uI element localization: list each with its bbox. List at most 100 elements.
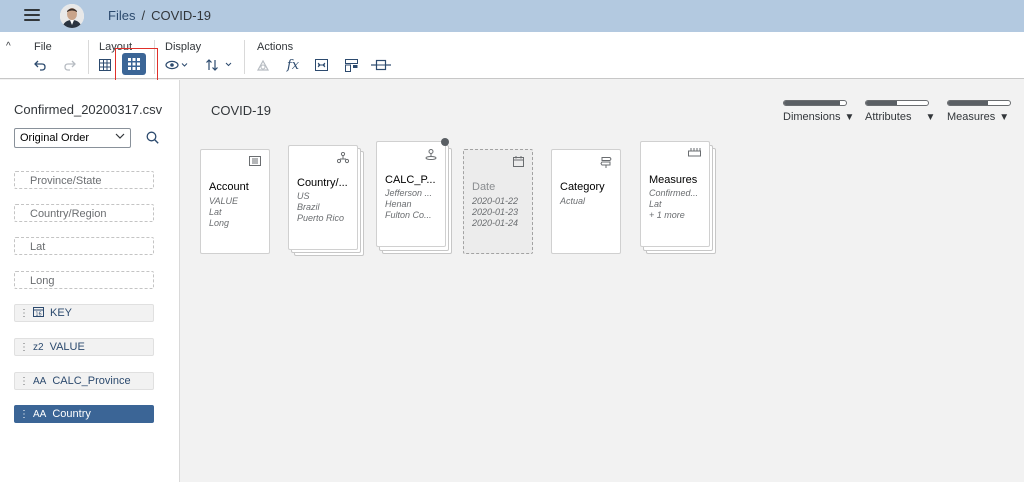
dropdown-triangle-icon: ▼: [925, 112, 936, 123]
dimensions-meter-fill: [784, 101, 840, 105]
text-type-icon: AA: [33, 375, 47, 387]
location-pin-icon: [425, 148, 437, 163]
dimensions-filter[interactable]: Dimensions ▼: [783, 111, 854, 123]
measures-meter-fill: [948, 101, 989, 105]
account-hierarchy-icon: [249, 156, 261, 169]
measures-card[interactable]: Measures Confirmed... Lat + 1 more: [640, 141, 710, 247]
column-token-label: Country: [52, 408, 91, 420]
sort-order-select[interactable]: Original Order: [14, 128, 131, 148]
group-label-actions: Actions: [257, 41, 294, 53]
column-token-label: CALC_Province: [52, 375, 131, 387]
attributes-meter-fill: [866, 101, 897, 105]
source-filename: Confirmed_20200317.csv: [14, 102, 163, 117]
card-title: Account: [209, 181, 249, 193]
source-panel: Confirmed_20200317.csv Original Order Pr…: [0, 80, 180, 482]
menu-icon[interactable]: [24, 9, 40, 23]
toolbar-separator: [88, 40, 89, 74]
card-line: Confirmed...: [649, 188, 699, 198]
card-title: Country/...: [297, 177, 348, 189]
dropdown-triangle-icon: ▼: [999, 112, 1010, 123]
field-slot-lat[interactable]: Lat: [14, 237, 154, 255]
attributes-meter: [865, 100, 929, 106]
dimension-card-calc-province[interactable]: CALC_P... Jefferson ... Henan Fulton Co.…: [376, 141, 446, 247]
group-label-display: Display: [165, 41, 202, 53]
formula-fx-icon[interactable]: fx: [285, 56, 301, 74]
column-token-key[interactable]: ⋮ 16 KEY: [14, 304, 154, 322]
dimension-card-account[interactable]: Account VALUE Lat Long: [200, 149, 270, 254]
hierarchy-icon: [336, 151, 350, 167]
group-label-file: File: [34, 41, 52, 53]
dimension-card-category[interactable]: Category Actual: [551, 149, 621, 254]
column-token-country[interactable]: ⋮ AA Country: [14, 405, 154, 423]
column-token-label: VALUE: [49, 341, 85, 353]
card-line: Actual: [560, 196, 586, 206]
dimensions-meter: [783, 100, 847, 106]
collapse-toolbar-icon[interactable]: ^: [6, 41, 11, 52]
card-line: VALUE: [209, 196, 239, 206]
measures-meter: [947, 100, 1011, 106]
search-icon[interactable]: [146, 131, 159, 147]
card-line: 2020-01-24: [472, 218, 519, 228]
breadcrumb-current: COVID-19: [151, 8, 212, 23]
column-token-value[interactable]: ⋮ z2 VALUE: [14, 338, 154, 356]
table-view-icon[interactable]: [98, 56, 112, 74]
card-line: Puerto Rico: [297, 213, 345, 223]
card-line: 2020-01-22: [472, 196, 519, 206]
field-slot-country-region[interactable]: Country/Region: [14, 204, 154, 222]
drag-handle-icon[interactable]: ⋮: [19, 342, 29, 353]
drag-handle-icon[interactable]: ⋮: [19, 409, 29, 420]
attributes-label: Attributes: [865, 111, 912, 123]
breadcrumb-files[interactable]: Files: [108, 8, 135, 23]
merge-columns-icon[interactable]: [371, 56, 391, 74]
sort-dropdown-icon[interactable]: [205, 56, 233, 74]
card-line: Henan: [385, 199, 412, 209]
attributes-filter[interactable]: Attributes ▼: [865, 111, 935, 123]
column-token-calc-province[interactable]: ⋮ AA CALC_Province: [14, 372, 154, 390]
card-indicator-dot: [441, 138, 449, 146]
card-line: Fulton Co...: [385, 210, 432, 220]
canvas-title: COVID-19: [211, 103, 271, 118]
split-column-icon[interactable]: [343, 56, 359, 74]
redo-icon[interactable]: [62, 56, 76, 74]
dimension-card-country[interactable]: Country/... US Brazil Puerto Rico: [288, 145, 358, 250]
calendar-icon: [513, 156, 524, 170]
toolbar-separator: [244, 40, 245, 74]
calendar-icon: 16: [33, 306, 44, 320]
text-type-icon: AA: [33, 408, 47, 420]
dimension-card-date[interactable]: Date 2020-01-22 2020-01-23 2020-01-24: [463, 149, 533, 254]
highlight-box: [115, 48, 158, 81]
sort-order-value: Original Order: [20, 132, 90, 144]
chevron-down-icon: [115, 132, 125, 143]
measure-type-icon: z2: [33, 341, 44, 353]
visibility-dropdown-icon[interactable]: [164, 56, 190, 74]
dimensions-label: Dimensions: [783, 111, 841, 123]
card-title: Category: [560, 181, 605, 193]
card-line: Jefferson ...: [385, 188, 433, 198]
card-line: 2020-01-23: [472, 207, 519, 217]
card-line: + 1 more: [649, 210, 685, 220]
card-title: Measures: [649, 174, 698, 186]
card-line: Lat: [209, 207, 222, 217]
avatar[interactable]: [60, 4, 84, 28]
field-slot-long[interactable]: Long: [14, 271, 154, 289]
card-title: CALC_P...: [385, 174, 436, 186]
card-title: Date: [472, 181, 496, 193]
card-line: Long: [209, 218, 230, 228]
field-slot-province-state[interactable]: Province/State: [14, 171, 154, 189]
drag-handle-icon[interactable]: ⋮: [19, 376, 29, 387]
measures-label: Measures: [947, 111, 996, 123]
undo-icon[interactable]: [33, 56, 47, 74]
ruler-icon: [688, 148, 701, 160]
drag-handle-icon[interactable]: ⋮: [19, 308, 29, 319]
card-line: Brazil: [297, 202, 320, 212]
shell-bar: Files / COVID-19: [0, 0, 1024, 32]
breadcrumb: Files / COVID-19: [108, 8, 211, 23]
card-line: US: [297, 191, 310, 201]
transform-icon[interactable]: [255, 56, 271, 74]
signpost-icon: [600, 156, 612, 171]
svg-text:16: 16: [35, 312, 41, 318]
measures-filter[interactable]: Measures ▼: [947, 111, 1009, 123]
column-token-label: KEY: [50, 307, 73, 319]
dropdown-triangle-icon: ▼: [844, 112, 855, 123]
calculated-column-icon[interactable]: [313, 56, 329, 74]
